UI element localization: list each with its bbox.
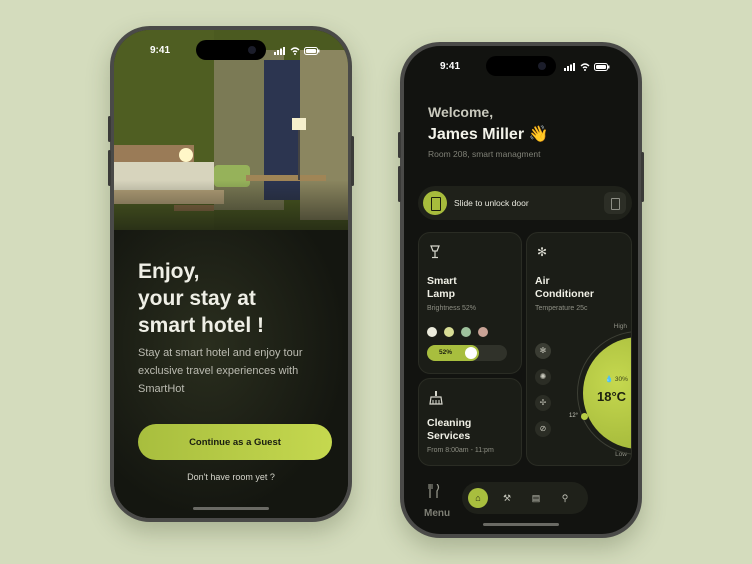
brightness-thumb[interactable] [465, 347, 477, 359]
onboarding-phone: 9:41 Enjoy, your stay at smart hotel ! S… [108, 26, 354, 522]
door-end-icon [604, 192, 626, 214]
lamp-meta: Brightness 52% [427, 305, 477, 312]
bottom-nav: ⌂ ⚒ ▤ ⚲ [462, 482, 588, 514]
unlock-door-slider[interactable]: Slide to unlock door [418, 186, 632, 220]
home-indicator [193, 507, 269, 510]
welcome-text: Welcome, [428, 104, 494, 120]
battery-icon [594, 63, 610, 71]
profile-icon[interactable]: ⚲ [555, 488, 575, 508]
lamp-title-line-1: Smart [427, 275, 457, 287]
wifi-icon [290, 47, 300, 55]
no-room-link[interactable]: Don't have room yet ? [114, 472, 348, 482]
home-indicator [483, 523, 559, 526]
air-conditioner-card[interactable]: ✻ Air Conditioner Temperature 25c High L… [526, 232, 632, 466]
onboarding-screen: 9:41 Enjoy, your stay at smart hotel ! S… [114, 30, 348, 518]
snowflake-icon: ✻ [537, 245, 548, 259]
dashboard-phone: 9:41 Welcome, James Miller 👋 Room 208, s… [398, 42, 644, 538]
wifi-icon [580, 63, 590, 71]
cleaning-title-line-2: Services [427, 430, 471, 442]
headline-line-3: smart hotel ! [138, 314, 265, 337]
off-icon[interactable]: ⊘ [535, 421, 551, 437]
battery-icon [304, 47, 320, 55]
dashboard-screen: 9:41 Welcome, James Miller 👋 Room 208, s… [404, 46, 638, 534]
lamp-icon [429, 245, 443, 259]
page-title: Enjoy, your stay at smart hotel ! [138, 258, 328, 339]
sun-icon[interactable]: ✺ [535, 369, 551, 385]
dynamic-island [196, 40, 266, 60]
brightness-label: 52% [439, 349, 453, 356]
user-name: James Miller 👋 [428, 126, 549, 143]
color-swatch[interactable] [478, 327, 488, 337]
headline-line-2: your stay at [138, 287, 256, 310]
broom-icon [429, 391, 443, 405]
status-icons [274, 47, 320, 55]
cleaning-services-card[interactable]: Cleaning Services From 8:00am - 11:pm [418, 378, 522, 466]
color-swatch[interactable] [461, 327, 471, 337]
menu-label[interactable]: Menu [424, 508, 450, 519]
ac-title: Air Conditioner [535, 275, 594, 301]
humidity-readout: 💧 30% [605, 376, 628, 383]
ac-meta: Temperature 25c [535, 305, 588, 312]
smart-lamp-card[interactable]: Smart Lamp Brightness 52% 52% [418, 232, 522, 374]
lamp-title: Smart Lamp [427, 275, 457, 301]
room-info: Room 208, smart managment [428, 149, 541, 159]
home-icon[interactable]: ⌂ [468, 488, 488, 508]
signal-icon [564, 63, 575, 71]
continue-as-guest-button[interactable]: Continue as a Guest [138, 424, 332, 460]
color-swatch[interactable] [444, 327, 454, 337]
service-icon[interactable]: ⚒ [497, 488, 517, 508]
cleaning-title: Cleaning Services [427, 417, 471, 443]
humidity-value: 30% [614, 376, 628, 383]
signal-icon [274, 47, 285, 55]
snowflake-icon[interactable]: ✻ [535, 343, 551, 359]
status-time: 9:41 [440, 61, 461, 72]
fan-icon[interactable]: ✢ [535, 395, 551, 411]
dynamic-island [486, 56, 556, 76]
ac-title-line-1: Air [535, 275, 550, 287]
color-swatch[interactable] [427, 327, 437, 337]
dial-handle[interactable] [581, 413, 588, 420]
cleaning-title-line-1: Cleaning [427, 417, 472, 429]
unlock-label: Slide to unlock door [454, 198, 529, 208]
temperature-value: 18°C [597, 389, 627, 404]
ac-mode-list: ✻ ✺ ✢ ⊘ [535, 343, 551, 437]
onboarding-subtitle: Stay at smart hotel and enjoy tour exclu… [138, 347, 303, 395]
headline-line-1: Enjoy, [138, 260, 200, 283]
ac-high-label: High [613, 323, 627, 330]
building-icon[interactable]: ▤ [526, 488, 546, 508]
status-icons [564, 63, 610, 71]
brightness-slider[interactable]: 52% [427, 345, 507, 361]
ac-title-line-2: Conditioner [535, 288, 594, 300]
lamp-title-line-2: Lamp [427, 288, 456, 300]
status-time: 9:41 [150, 45, 171, 56]
lamp-color-swatches [427, 327, 488, 337]
fork-knife-icon[interactable] [427, 483, 440, 501]
door-icon[interactable] [423, 191, 447, 215]
cleaning-meta: From 8:00am - 11:pm [427, 447, 494, 454]
ac-min-label: 12° [569, 413, 579, 419]
